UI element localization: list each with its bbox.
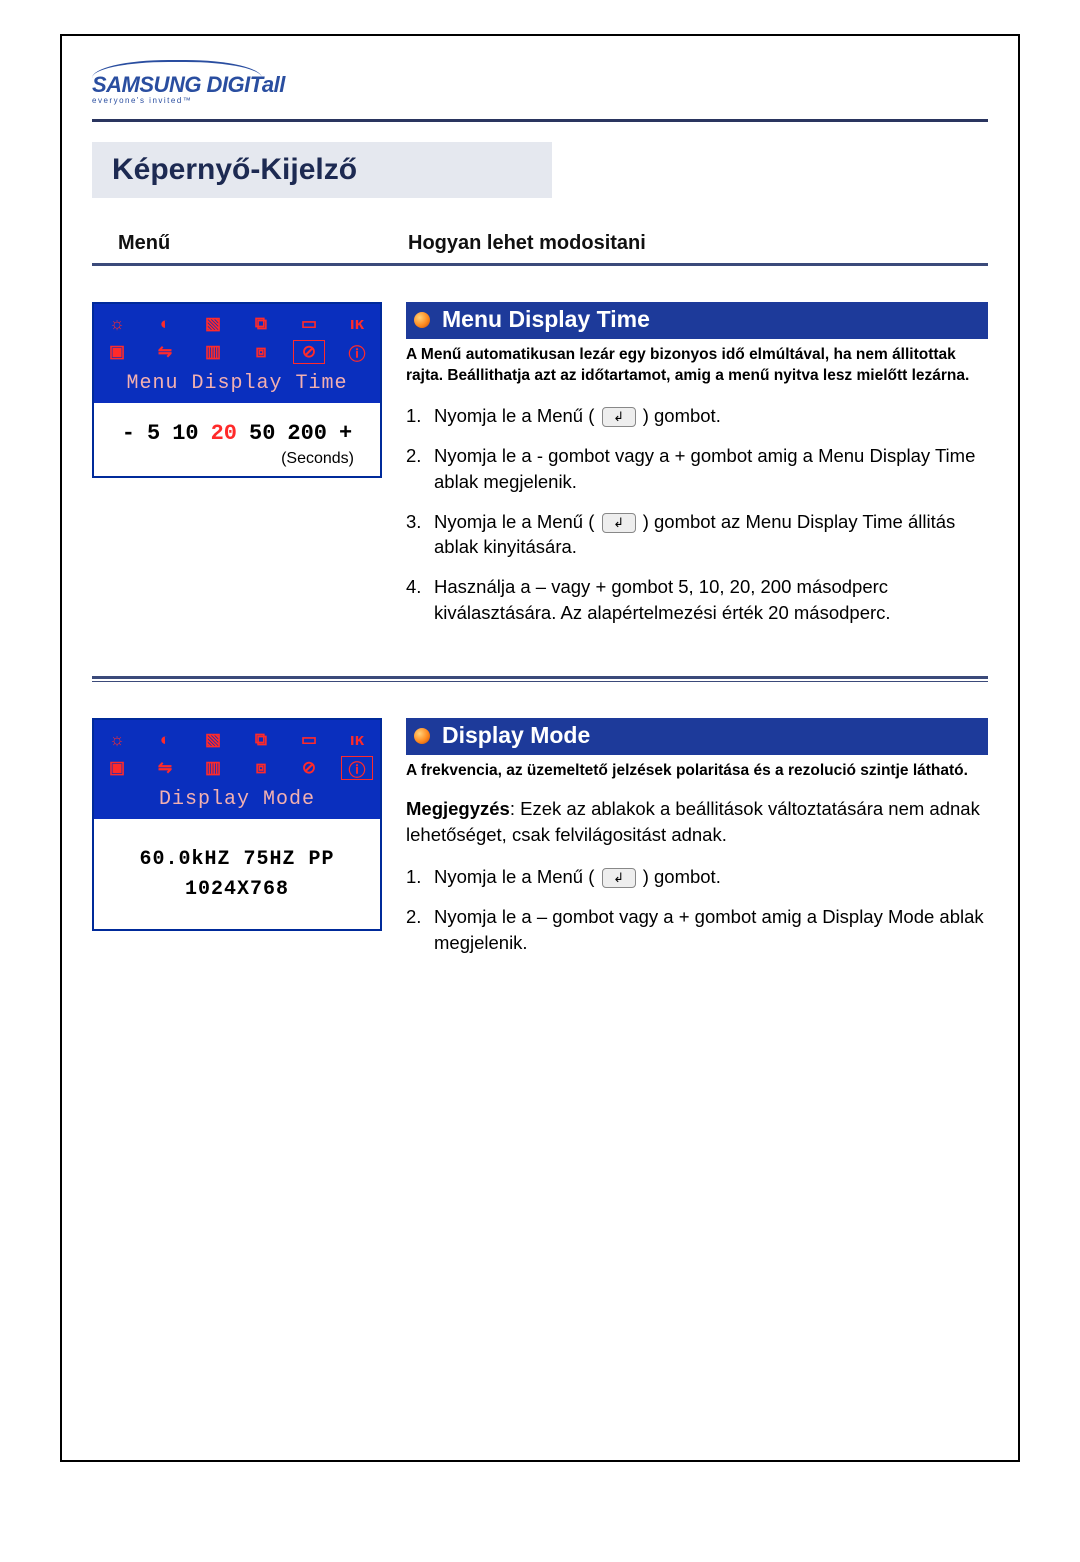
col-header-menu: Menű <box>92 232 392 255</box>
note-label: Megjegyzés <box>406 798 510 819</box>
color-icon: ıĸ <box>342 313 372 335</box>
title-left: Képernyő-Kijelző <box>92 142 552 198</box>
section2-desc: A frekvencia, az üzemeltető jelzések pol… <box>406 761 988 782</box>
col-header-howto: Hogyan lehet modositani <box>392 232 988 255</box>
pincushion-icon: ▣ <box>102 341 132 363</box>
pincushion-icon: ▣ <box>102 757 132 779</box>
page-title: Képernyő-Kijelző <box>112 153 357 187</box>
step-1: 1. Nyomja le a Menű ( ↲ ) gombot. <box>406 403 988 429</box>
step-4: 4. Használja a – vagy + gombot 5, 10, 20… <box>406 574 988 626</box>
bullet-icon <box>414 312 430 328</box>
section1-desc: A Menű automatikusan lezár egy bizonyos … <box>406 345 988 387</box>
menu-button-icon: ↲ <box>602 407 636 427</box>
tilt-icon: ⇋ <box>150 757 180 779</box>
geometry-icon: ▧ <box>198 729 228 751</box>
contrast-icon: ◐ <box>150 313 180 335</box>
title-bar: Képernyő-Kijelző <box>92 142 988 198</box>
geometry-icon: ▧ <box>198 313 228 335</box>
col-header-rule <box>92 263 988 266</box>
menu-button-icon: ↲ <box>602 868 636 888</box>
osd-readout: 60.0kHZ 75HZ PP 1024X768 <box>102 837 372 921</box>
step-3: 3. Nyomja le a Menű ( ↲ ) gombot az Menu… <box>406 509 988 561</box>
position-icon: ▭ <box>294 313 324 335</box>
info-icon: ⓘ <box>342 341 372 363</box>
timer-icon: ⊘ <box>294 341 324 363</box>
osd-screenshot-1: ☼ ◐ ▧ ⧉ ▭ ıĸ ▣ ⇋ ▥ ⧈ ⊘ ⓘ <box>92 302 382 478</box>
section-display-mode: ☼ ◐ ▧ ⧉ ▭ ıĸ ▣ ⇋ ▥ ⧈ ⊘ ⓘ <box>92 718 988 969</box>
section1-header-text: Menu Display Time <box>442 306 650 333</box>
step-2: 2. Nyomja le a - gombot vagy a + gombot … <box>406 443 988 495</box>
step-2: 2. Nyomja le a – gombot vagy a + gombot … <box>406 904 988 956</box>
section2-header: Display Mode <box>406 718 988 755</box>
position-icon: ▭ <box>294 729 324 751</box>
bullet-icon <box>414 728 430 744</box>
osd-val-20: 20 <box>211 421 237 446</box>
brightness-icon: ☼ <box>102 729 132 751</box>
column-headers: Menű Hogyan lehet modositani <box>92 232 988 255</box>
logo: SAMSUNG DIGITall everyone's invited™ <box>92 60 988 105</box>
osd-unit: (Seconds) <box>102 450 372 468</box>
osd-frequency: 60.0kHZ 75HZ PP <box>102 845 372 875</box>
osd-resolution: 1024X768 <box>102 875 372 905</box>
header-rule <box>92 119 988 122</box>
osd-val-200: 200 <box>287 421 327 446</box>
logo-brand: SAMSUNG DIGITall <box>92 72 988 98</box>
tilt-icon: ⇋ <box>150 341 180 363</box>
step-1: 1. Nyomja le a Menű ( ↲ ) gombot. <box>406 864 988 890</box>
color-icon: ıĸ <box>342 729 372 751</box>
content-1: Menu Display Time A Menű automatikusan l… <box>406 302 988 640</box>
section2-steps: 1. Nyomja le a Menű ( ↲ ) gombot. 2. Nyo… <box>406 864 988 956</box>
osd-plus: + <box>339 421 352 446</box>
contrast-icon: ◐ <box>150 729 180 751</box>
content-2: Display Mode A frekvencia, az üzemeltető… <box>406 718 988 969</box>
recall-icon: ⧈ <box>246 341 276 363</box>
section1-header: Menu Display Time <box>406 302 988 339</box>
section2-note: Megjegyzés: Ezek az ablakok a beállitáso… <box>406 796 988 848</box>
moire-icon: ▥ <box>198 757 228 779</box>
osd-val-50: 50 <box>249 421 275 446</box>
section1-steps: 1. Nyomja le a Menű ( ↲ ) gombot. 2. Nyo… <box>406 403 988 626</box>
osd-screenshot-2: ☼ ◐ ▧ ⧉ ▭ ıĸ ▣ ⇋ ▥ ⧈ ⊘ ⓘ <box>92 718 382 931</box>
section2-header-text: Display Mode <box>442 722 590 749</box>
size-icon: ⧉ <box>246 729 276 751</box>
section-separator <box>92 676 988 682</box>
recall-icon: ⧈ <box>246 757 276 779</box>
timer-icon: ⊘ <box>294 757 324 779</box>
section-menu-display-time: ☼ ◐ ▧ ⧉ ▭ ıĸ ▣ ⇋ ▥ ⧈ ⊘ ⓘ <box>92 302 988 640</box>
osd-value-row: - 5 10 20 50 200 + <box>102 421 372 446</box>
page-frame: SAMSUNG DIGITall everyone's invited™ Kép… <box>60 34 1020 1462</box>
menu-button-icon: ↲ <box>602 513 636 533</box>
moire-icon: ▥ <box>198 341 228 363</box>
info-icon: ⓘ <box>342 757 372 779</box>
osd-title-2: Display Mode <box>94 786 380 819</box>
osd-minus: - <box>122 421 135 446</box>
osd-title-1: Menu Display Time <box>94 370 380 403</box>
size-icon: ⧉ <box>246 313 276 335</box>
osd-val-5: 5 <box>147 421 160 446</box>
osd-val-10: 10 <box>172 421 198 446</box>
brightness-icon: ☼ <box>102 313 132 335</box>
